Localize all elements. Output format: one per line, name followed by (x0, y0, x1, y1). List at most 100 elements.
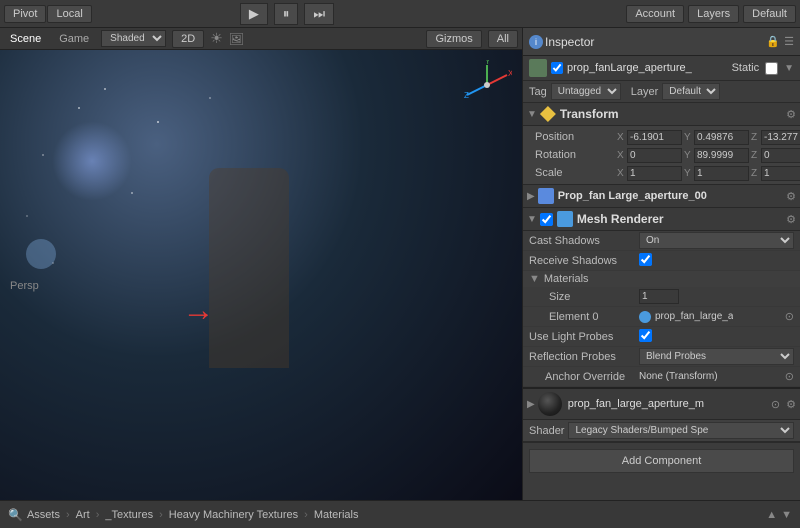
rotation-x-input[interactable] (627, 148, 682, 163)
2d-button[interactable]: 2D (172, 30, 204, 48)
size-input[interactable] (639, 289, 679, 304)
anchor-override-select-icon[interactable]: ⊙ (785, 370, 794, 383)
anchor-override-text: None (Transform) (639, 371, 785, 382)
shader-label: Shader (529, 425, 564, 437)
scale-row: Scale X Y Z (523, 164, 800, 182)
static-checkbox[interactable] (765, 62, 778, 75)
material-settings-icon[interactable]: ⚙ (786, 398, 796, 411)
reflection-probes-select[interactable]: Blend Probes (639, 348, 794, 365)
mesh-renderer-section-header[interactable]: ▼ Mesh Renderer ⚙ (523, 208, 800, 231)
svg-text:Z: Z (464, 91, 469, 100)
default-layout-button[interactable]: Default (743, 5, 796, 23)
play-button[interactable]: ▶ (240, 3, 268, 25)
sx-letter: X (617, 168, 627, 179)
mesh-renderer-checkbox[interactable] (540, 213, 553, 226)
local-button[interactable]: Local (47, 5, 91, 23)
tag-layer-row: Tag Untagged Layer Default (523, 81, 800, 103)
lock-icon[interactable]: 🔒 (766, 35, 780, 48)
scale-y-input[interactable] (694, 166, 749, 181)
prop-fan-settings-icon[interactable]: ⚙ (786, 190, 796, 203)
expand-icon[interactable]: ▼ (781, 509, 792, 521)
breadcrumb-textures[interactable]: _Textures (105, 509, 153, 521)
axis-gizmo[interactable]: X Y Z (462, 60, 512, 110)
rotation-x-field: X (617, 148, 682, 163)
shading-dropdown[interactable]: Shaded (101, 30, 166, 47)
scale-x-field: X (617, 166, 682, 181)
scale-z-input[interactable] (761, 166, 800, 181)
transform-section-header[interactable]: ▼ Transform ⚙ (523, 103, 800, 126)
tag-label: Tag (529, 86, 547, 98)
all-button[interactable]: All (488, 30, 518, 48)
cast-shadows-select[interactable]: On (639, 232, 794, 249)
scene-viewport[interactable]: → Persp X Y Z (0, 50, 522, 500)
size-row: Size (523, 287, 800, 307)
receive-shadows-row: Receive Shadows (523, 251, 800, 271)
receive-shadows-checkbox[interactable] (639, 253, 652, 266)
rotation-z-input[interactable] (761, 148, 800, 163)
collapse-icon[interactable]: ▲ (766, 509, 777, 521)
scale-label: Scale (527, 167, 617, 179)
breadcrumb-art[interactable]: Art (76, 509, 90, 521)
element0-select-icon[interactable]: ⊙ (785, 310, 794, 323)
size-value (639, 289, 794, 304)
position-z-field: Z (751, 130, 800, 145)
scene-panel: Scene Game Shaded 2D ☀ 🖼 Gizmos All (0, 28, 522, 500)
reflection-probes-value: Blend Probes (639, 348, 794, 365)
prop-fan-arrow: ▶ (527, 191, 535, 202)
prop-fan-buttons: ⚙ (786, 190, 796, 203)
search-icon[interactable]: 🔍 (8, 508, 23, 522)
scale-xyz: X Y Z (617, 166, 800, 181)
shader-select[interactable]: Legacy Shaders/Bumped Spe (568, 422, 794, 439)
layer-select[interactable]: Default (662, 83, 720, 100)
account-button[interactable]: Account (626, 5, 684, 23)
inspector-info-icon: i (529, 35, 543, 49)
position-y-input[interactable] (694, 130, 749, 145)
transform-settings-icon[interactable]: ⚙ (786, 108, 796, 121)
game-tab[interactable]: Game (53, 31, 95, 47)
add-component-button[interactable]: Add Component (529, 449, 794, 473)
breadcrumb-assets[interactable]: Assets (27, 509, 60, 521)
layer-label: Layer (631, 86, 659, 98)
step-button[interactable]: ⏭ (304, 3, 334, 25)
static-dropdown-arrow[interactable]: ▼ (784, 63, 794, 74)
add-component-row: Add Component (523, 442, 800, 479)
top-toolbar: Pivot Local ▶ ⏸ ⏭ Account Layers Default (0, 0, 800, 28)
position-x-input[interactable] (627, 130, 682, 145)
sun-icon[interactable]: ☀ (210, 30, 223, 47)
static-label: Static (732, 62, 760, 74)
inspector-menu-icon[interactable]: ☰ (784, 35, 794, 48)
svg-text:X: X (508, 69, 512, 78)
layers-button[interactable]: Layers (688, 5, 739, 23)
rotation-y-input[interactable] (694, 148, 749, 163)
inspector-title: Inspector (545, 35, 766, 49)
breadcrumb-materials[interactable]: Materials (314, 509, 359, 521)
materials-row[interactable]: ▼ Materials (523, 271, 800, 287)
pivot-button[interactable]: Pivot (4, 5, 46, 23)
scene-tab[interactable]: Scene (4, 31, 47, 47)
rotation-z-field: Z (751, 148, 800, 163)
position-row: Position X Y Z (523, 128, 800, 146)
scale-x-input[interactable] (627, 166, 682, 181)
scale-y-field: Y (684, 166, 749, 181)
position-z-input[interactable] (761, 130, 800, 145)
materials-label: Materials (544, 273, 589, 285)
receive-shadows-label: Receive Shadows (529, 255, 639, 267)
gizmos-button[interactable]: Gizmos (426, 30, 481, 48)
material-select-icon[interactable]: ⊙ (771, 398, 780, 411)
object-active-checkbox[interactable] (551, 62, 563, 74)
use-light-probes-checkbox[interactable] (639, 329, 652, 342)
prop-fan-section-header[interactable]: ▶ Prop_fan Large_aperture_00 ⚙ (523, 184, 800, 208)
scene-toolbar: Scene Game Shaded 2D ☀ 🖼 Gizmos All (0, 28, 522, 50)
image-icon[interactable]: 🖼 (229, 32, 244, 46)
material-section-header[interactable]: ▶ prop_fan_large_aperture_m ⊙ ⚙ (523, 387, 800, 420)
pause-button[interactable]: ⏸ (274, 3, 299, 25)
transform-icon (540, 106, 556, 122)
material-name: prop_fan_large_aperture_m (568, 398, 771, 410)
position-y-field: Y (684, 130, 749, 145)
breadcrumb-heavy-machinery[interactable]: Heavy Machinery Textures (169, 509, 298, 521)
main-layout: Scene Game Shaded 2D ☀ 🖼 Gizmos All (0, 28, 800, 500)
tag-select[interactable]: Untagged (551, 83, 621, 100)
prop-fan-icon (538, 188, 554, 204)
mesh-renderer-settings-icon[interactable]: ⚙ (786, 213, 796, 226)
material-section-arrow: ▶ (527, 399, 535, 410)
